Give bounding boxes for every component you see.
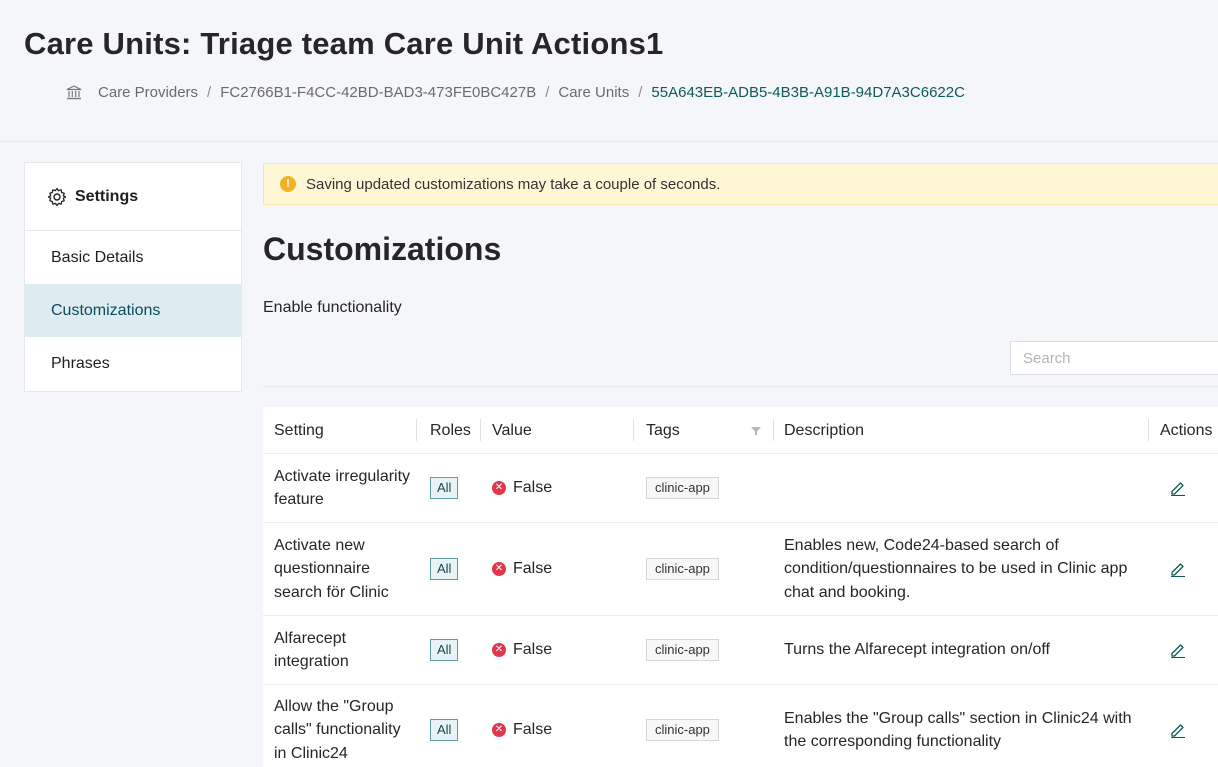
role-cell: All xyxy=(430,685,459,767)
close-circle-icon: ✕ xyxy=(492,643,506,657)
tag-badge: clinic-app xyxy=(646,719,719,741)
edit-icon xyxy=(1169,479,1187,497)
warning-icon: ! xyxy=(280,176,296,192)
breadcrumb: Care Providers / FC2766B1-F4CC-42BD-BAD3… xyxy=(66,84,965,101)
value-text: False xyxy=(513,721,553,739)
settings-sidebar: Settings Basic Details Customizations Ph… xyxy=(24,162,242,392)
description-cell: Enables new, Code24-based search of cond… xyxy=(784,536,1128,601)
column-header-actions: Actions xyxy=(1160,421,1213,439)
role-badge: All xyxy=(430,719,459,741)
tag-cell: clinic-app xyxy=(646,685,719,767)
column-separator xyxy=(633,419,634,441)
tag-badge: clinic-app xyxy=(646,558,719,580)
column-header-tags[interactable]: Tags xyxy=(646,407,680,454)
alert-text: Saving updated customizations may take a… xyxy=(306,175,721,193)
value-text: False xyxy=(513,479,553,497)
customizations-table: Setting Roles Value Tags Description Act… xyxy=(263,407,1218,767)
edit-button[interactable] xyxy=(1169,616,1187,684)
search-box xyxy=(1010,341,1218,375)
table-row: Activate new questionnaire search för Cl… xyxy=(263,523,1218,616)
setting-name: Alfarecept integration xyxy=(274,629,349,671)
breadcrumb-separator: / xyxy=(545,84,550,101)
sidebar-item-basic-details[interactable]: Basic Details xyxy=(25,231,241,284)
table-row: Allow the "Group calls" functionality in… xyxy=(263,685,1218,767)
column-header-description[interactable]: Description xyxy=(784,407,864,454)
edit-icon xyxy=(1169,641,1187,659)
column-separator xyxy=(1148,419,1149,441)
sidebar-item-phrases[interactable]: Phrases xyxy=(25,337,241,390)
filter-icon[interactable] xyxy=(750,407,762,454)
section-subtitle: Enable functionality xyxy=(263,299,402,316)
tag-cell: clinic-app xyxy=(646,616,719,684)
section-title: Customizations xyxy=(263,231,502,267)
value-cell: ✕ False xyxy=(492,523,552,615)
page-header: Care Units: Triage team Care Unit Action… xyxy=(0,0,1218,142)
tag-badge: clinic-app xyxy=(646,639,719,661)
edit-button[interactable] xyxy=(1169,523,1187,615)
gear-icon xyxy=(47,187,67,207)
value-cell: ✕ False xyxy=(492,454,552,522)
info-alert: ! Saving updated customizations may take… xyxy=(263,163,1218,205)
tag-badge: clinic-app xyxy=(646,477,719,499)
column-separator xyxy=(773,419,774,441)
description-cell: Enables the "Group calls" section in Cli… xyxy=(784,709,1132,751)
edit-button[interactable] xyxy=(1169,454,1187,522)
tag-cell: clinic-app xyxy=(646,454,719,522)
column-header-value[interactable]: Value xyxy=(492,407,532,454)
description-cell: Turns the Alfarecept integration on/off xyxy=(784,641,1050,659)
search-input[interactable] xyxy=(1011,342,1218,374)
breadcrumb-link-care-providers[interactable]: Care Providers xyxy=(98,84,198,101)
value-text: False xyxy=(513,560,553,578)
role-badge: All xyxy=(430,558,459,580)
setting-name: Activate irregularity feature xyxy=(274,467,411,509)
column-header-setting[interactable]: Setting xyxy=(274,407,324,454)
table-row: Alfarecept integration All ✕ False clini… xyxy=(263,616,1218,685)
value-text: False xyxy=(513,641,553,659)
page-title: Care Units: Triage team Care Unit Action… xyxy=(24,26,664,61)
setting-name: Allow the "Group calls" functionality in… xyxy=(274,697,401,762)
breadcrumb-separator: / xyxy=(638,84,643,101)
role-badge: All xyxy=(430,477,459,499)
divider xyxy=(263,386,1218,387)
role-cell: All xyxy=(430,454,459,522)
breadcrumb-separator: / xyxy=(207,84,212,101)
sidebar-heading-label: Settings xyxy=(75,187,139,205)
close-circle-icon: ✕ xyxy=(492,562,506,576)
breadcrumb-link-provider-id[interactable]: FC2766B1-F4CC-42BD-BAD3-473FE0BC427B xyxy=(220,84,536,101)
table-header: Setting Roles Value Tags Description Act… xyxy=(263,407,1218,454)
column-separator xyxy=(480,419,481,441)
breadcrumb-link-care-units[interactable]: Care Units xyxy=(558,84,629,101)
close-circle-icon: ✕ xyxy=(492,723,506,737)
edit-icon xyxy=(1169,721,1187,739)
close-circle-icon: ✕ xyxy=(492,481,506,495)
tag-cell: clinic-app xyxy=(646,523,719,615)
description-cell xyxy=(784,454,1134,522)
edit-button[interactable] xyxy=(1169,685,1187,767)
role-cell: All xyxy=(430,616,459,684)
bank-icon[interactable] xyxy=(66,84,82,101)
column-header-roles[interactable]: Roles xyxy=(430,407,471,454)
table-row: Activate irregularity feature All ✕ Fals… xyxy=(263,454,1218,523)
column-separator xyxy=(416,419,417,441)
sidebar-item-customizations[interactable]: Customizations xyxy=(25,284,241,337)
setting-name: Activate new questionnaire search för Cl… xyxy=(274,536,389,601)
role-cell: All xyxy=(430,523,459,615)
sidebar-heading: Settings xyxy=(25,163,241,231)
edit-icon xyxy=(1169,560,1187,578)
breadcrumb-current: 55A643EB-ADB5-4B3B-A91B-94D7A3C6622C xyxy=(651,84,965,101)
value-cell: ✕ False xyxy=(492,616,552,684)
role-badge: All xyxy=(430,639,459,661)
value-cell: ✕ False xyxy=(492,685,552,767)
